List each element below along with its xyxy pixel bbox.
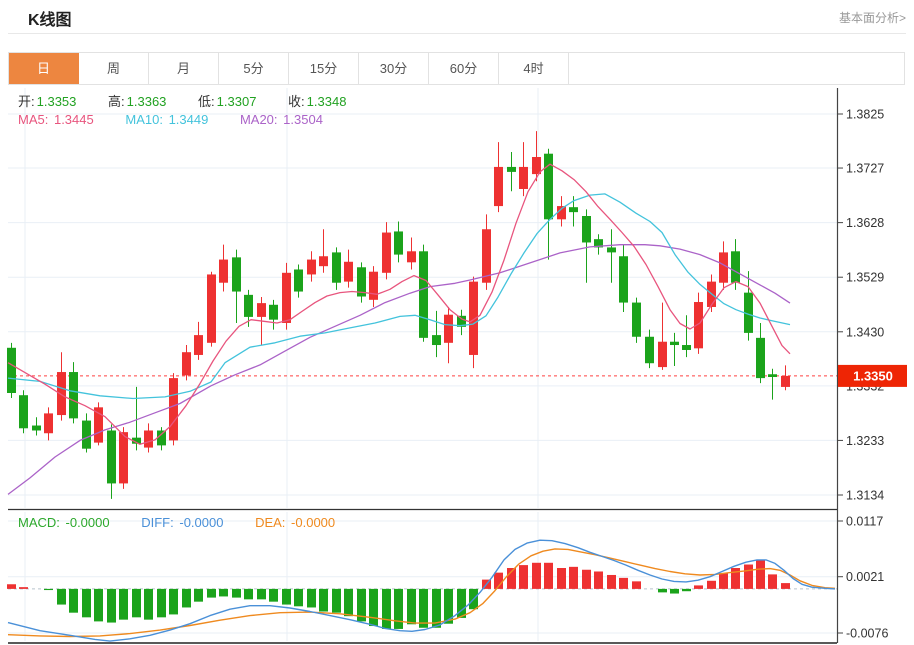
svg-text:1.3825: 1.3825 xyxy=(846,108,884,122)
svg-text:1.3233: 1.3233 xyxy=(846,434,884,448)
price-axis-labels: 1.38251.37271.36281.35291.34301.33321.32… xyxy=(837,108,884,503)
svg-text:0.0117: 0.0117 xyxy=(846,515,883,529)
macd-axis-labels: 0.0117 0.0021 -0.0076 xyxy=(837,515,888,641)
ma5-line xyxy=(8,164,790,444)
svg-text:1.3350: 1.3350 xyxy=(853,368,893,383)
svg-text:-0.0076: -0.0076 xyxy=(846,627,888,641)
candles xyxy=(7,131,790,499)
svg-text:1.3628: 1.3628 xyxy=(846,216,884,230)
current-price-tag: 1.3350 xyxy=(838,365,907,387)
svg-text:1.3134: 1.3134 xyxy=(846,489,884,503)
svg-text:0.0021: 0.0021 xyxy=(846,570,884,584)
svg-text:1.3727: 1.3727 xyxy=(846,162,884,176)
macd-histogram xyxy=(7,560,790,629)
kline-chart[interactable]: 1.38251.37271.36281.35291.34301.33321.32… xyxy=(0,0,914,645)
svg-text:1.3430: 1.3430 xyxy=(846,325,884,339)
svg-text:1.3529: 1.3529 xyxy=(846,271,884,285)
